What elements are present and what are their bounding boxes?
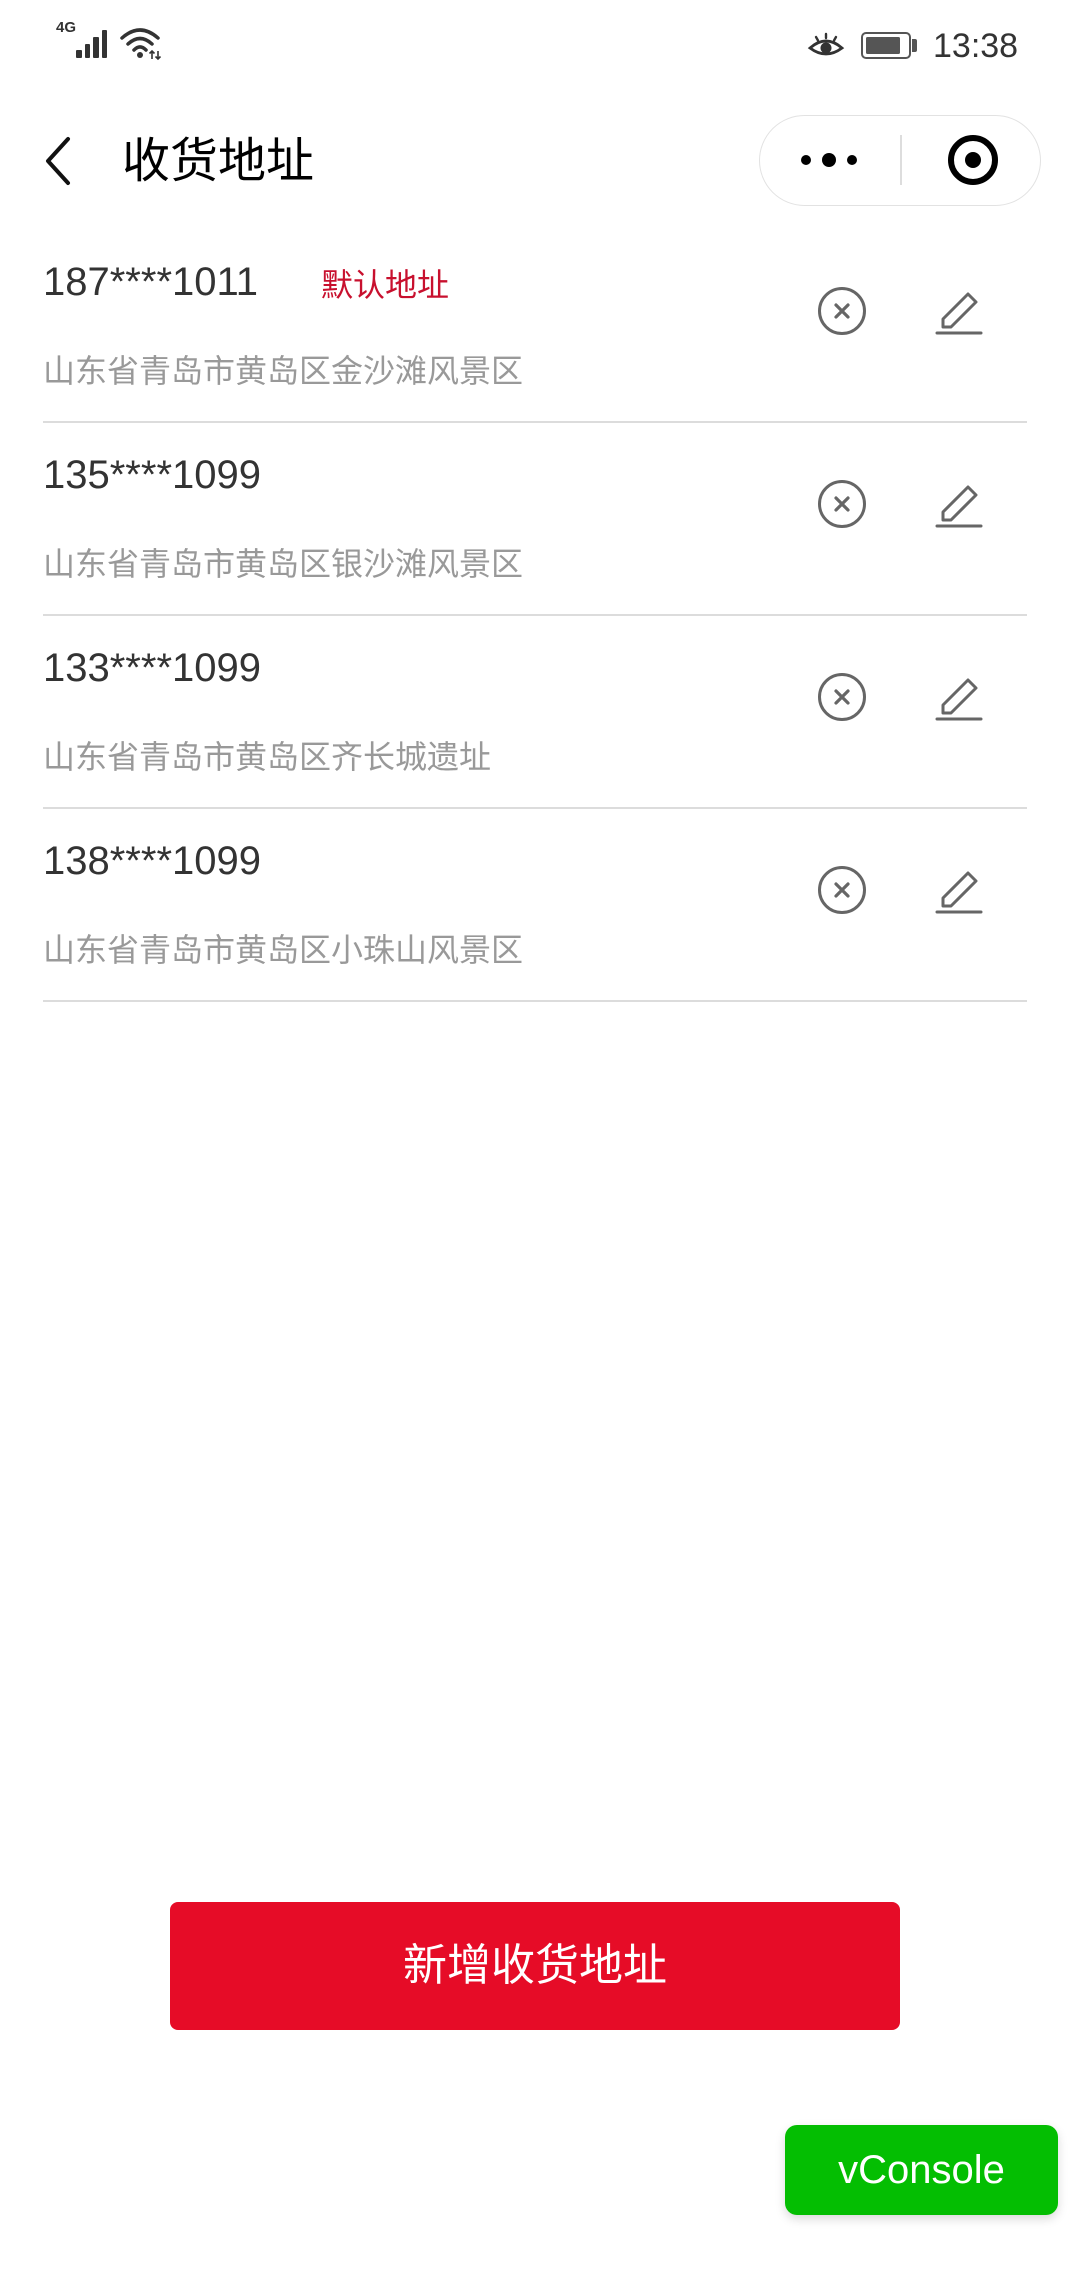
delete-icon bbox=[818, 287, 866, 335]
signal-icon bbox=[76, 30, 110, 58]
address-item[interactable]: 138****1099 山东省青岛市黄岛区小珠山风景区 bbox=[43, 809, 1027, 1002]
address-item[interactable]: 133****1099 山东省青岛市黄岛区齐长城遗址 bbox=[43, 616, 1027, 809]
delete-icon bbox=[818, 866, 866, 914]
address-phone: 133****1099 bbox=[43, 646, 261, 690]
status-bar: 4G 13:38 bbox=[0, 0, 1080, 90]
add-address-button[interactable]: 新增收货地址 bbox=[170, 1902, 900, 2030]
edit-address-button[interactable] bbox=[934, 286, 984, 336]
address-list: 187****1011 默认地址 山东省青岛市黄岛区金沙滩风景区 135****… bbox=[43, 230, 1027, 1002]
edit-address-button[interactable] bbox=[934, 479, 984, 529]
mini-program-capsule bbox=[759, 115, 1041, 206]
eye-icon bbox=[807, 32, 845, 56]
address-detail: 山东省青岛市黄岛区齐长城遗址 bbox=[43, 738, 492, 776]
back-button[interactable] bbox=[36, 128, 82, 194]
network-type-label: 4G bbox=[56, 19, 77, 36]
target-icon bbox=[948, 135, 998, 185]
delete-address-button[interactable] bbox=[817, 672, 867, 722]
status-time: 13:38 bbox=[933, 27, 1019, 65]
battery-level-track bbox=[866, 37, 906, 54]
more-icon-dot-right bbox=[847, 155, 857, 165]
battery-nub bbox=[912, 39, 917, 52]
wifi-icon bbox=[120, 28, 162, 61]
address-detail: 山东省青岛市黄岛区小珠山风景区 bbox=[43, 931, 524, 969]
delete-address-button[interactable] bbox=[817, 479, 867, 529]
address-detail: 山东省青岛市黄岛区银沙滩风景区 bbox=[43, 545, 524, 583]
battery-icon bbox=[861, 32, 911, 59]
more-icon-dot-left bbox=[801, 155, 811, 165]
close-mini-program-button[interactable] bbox=[901, 116, 1040, 204]
address-item[interactable]: 187****1011 默认地址 山东省青岛市黄岛区金沙滩风景区 bbox=[43, 230, 1027, 423]
target-icon-center bbox=[965, 152, 981, 168]
edit-icon bbox=[935, 485, 983, 528]
delete-address-button[interactable] bbox=[817, 286, 867, 336]
more-icon bbox=[822, 153, 836, 167]
delete-address-button[interactable] bbox=[817, 865, 867, 915]
address-phone: 187****1011 bbox=[43, 260, 259, 304]
vconsole-button[interactable]: vConsole bbox=[785, 2125, 1058, 2215]
edit-address-button[interactable] bbox=[934, 865, 984, 915]
edit-icon bbox=[935, 678, 983, 721]
edit-icon bbox=[935, 871, 983, 914]
edit-address-button[interactable] bbox=[934, 672, 984, 722]
page-title: 收货地址 bbox=[122, 133, 315, 189]
address-phone: 135****1099 bbox=[43, 453, 261, 497]
back-icon bbox=[46, 137, 70, 185]
default-address-badge: 默认地址 bbox=[321, 266, 450, 304]
edit-icon bbox=[935, 292, 983, 335]
address-phone: 138****1099 bbox=[43, 839, 261, 883]
address-detail: 山东省青岛市黄岛区金沙滩风景区 bbox=[43, 352, 524, 390]
delete-icon bbox=[818, 480, 866, 528]
address-item[interactable]: 135****1099 山东省青岛市黄岛区银沙滩风景区 bbox=[43, 423, 1027, 616]
battery-fill bbox=[866, 37, 900, 54]
delete-icon bbox=[818, 673, 866, 721]
more-button[interactable] bbox=[760, 116, 900, 204]
